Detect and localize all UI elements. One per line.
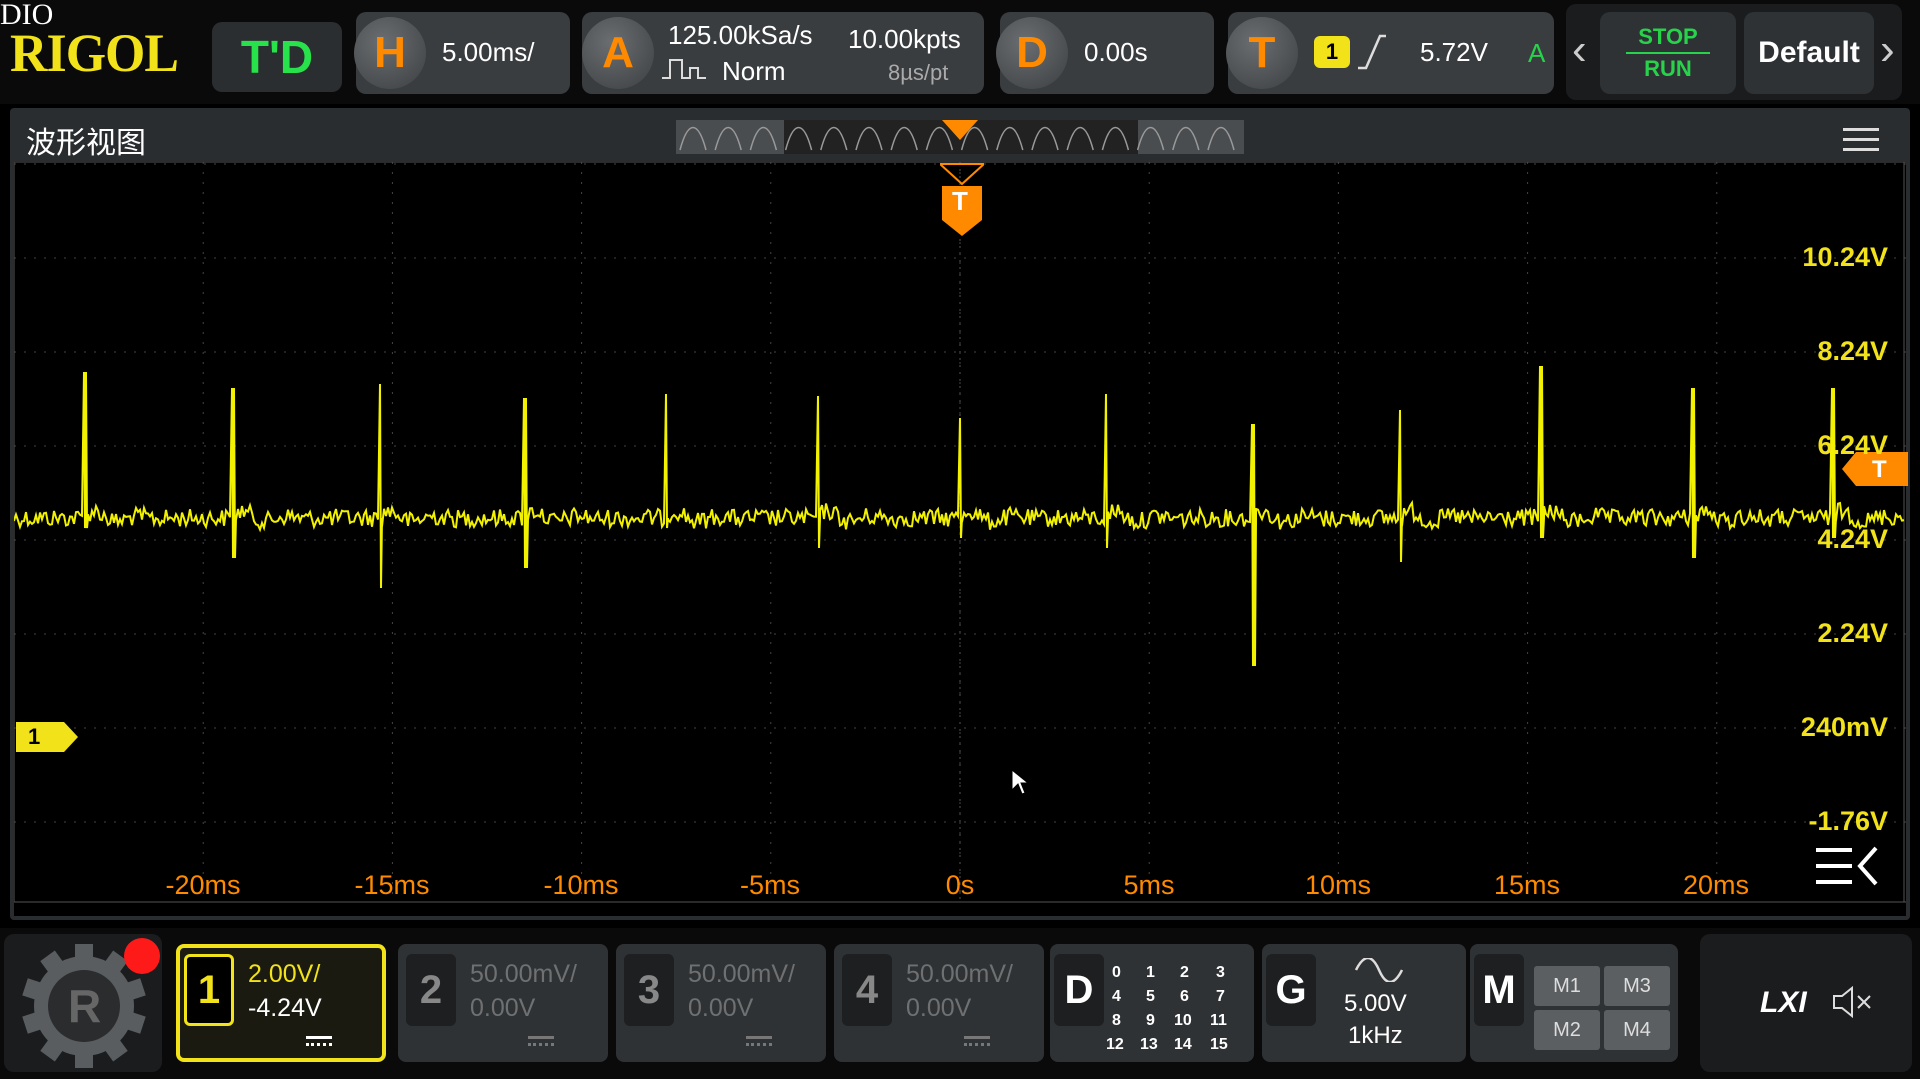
memory-depth: 10.00kpts — [848, 24, 961, 54]
math-label: M — [1474, 954, 1524, 1026]
x-axis-label: -5ms — [740, 870, 800, 900]
y-axis-label: 8.24V — [1817, 336, 1888, 366]
speaker-muted-icon[interactable] — [1830, 984, 1874, 1020]
channel-offset: 0.00V — [688, 994, 754, 1022]
digital-bit: 6 — [1180, 988, 1189, 1005]
rising-edge-icon — [1358, 34, 1386, 70]
time-resolution: 8µs/pt — [888, 60, 949, 85]
y-axis-label: 2.24V — [1817, 618, 1888, 648]
digital-bit: 5 — [1146, 988, 1155, 1005]
digital-bit: 15 — [1210, 1036, 1228, 1053]
x-axis-label: 0s — [945, 870, 975, 900]
digital-bit: 4 — [1112, 988, 1121, 1005]
chevron-right-icon[interactable]: › — [1880, 28, 1895, 72]
y-axis-label: 4.24V — [1817, 524, 1888, 554]
acquire-icon[interactable]: A — [582, 17, 654, 89]
mouse-cursor-icon — [1011, 768, 1030, 795]
x-axis-label: -20ms — [165, 870, 241, 900]
channel-offset: 0.00V — [470, 994, 536, 1022]
digital-bit: 9 — [1146, 1012, 1155, 1029]
trigger-source-badge: 1 — [1314, 36, 1350, 68]
trigger-position-marker[interactable] — [942, 120, 978, 142]
channel-number: 2 — [406, 954, 456, 1026]
trigger-icon[interactable]: T — [1226, 17, 1298, 89]
mode-button[interactable]: T'D — [212, 22, 342, 92]
math-m3-button[interactable]: M3 — [1604, 966, 1670, 1006]
channel-scale: 50.00mV/ — [688, 960, 796, 988]
chevron-left-icon[interactable]: ‹ — [1572, 28, 1587, 72]
digital-bit: 8 — [1112, 1012, 1121, 1029]
x-axis-label: -10ms — [543, 870, 619, 900]
channel-offset: 0.00V — [906, 994, 972, 1022]
svg-text:R: R — [68, 980, 101, 1032]
channel-number: 3 — [624, 954, 674, 1026]
delay-value: 0.00s — [1084, 37, 1148, 67]
digital-bit: 0 — [1112, 964, 1121, 981]
window-title: 波形视图 — [26, 127, 146, 160]
x-axis-label: 15ms — [1493, 870, 1561, 900]
delay-icon[interactable]: D — [996, 17, 1068, 89]
y-axis-label: 6.24V — [1817, 430, 1888, 460]
x-axis-label: 5ms — [1123, 870, 1175, 900]
dc-coupling-icon — [528, 1036, 554, 1046]
math-m2-button[interactable]: M2 — [1534, 1010, 1600, 1050]
y-axis-label: -1.76V — [1808, 806, 1888, 836]
digital-bit: 10 — [1174, 1012, 1192, 1029]
math-m4-button[interactable]: M4 — [1604, 1010, 1670, 1050]
default-button[interactable]: Default — [1744, 12, 1874, 94]
lxi-logo: LXI — [1760, 986, 1807, 1019]
x-axis-label: 20ms — [1682, 870, 1750, 900]
digital-bit: 2 — [1180, 964, 1189, 981]
sine-wave-icon — [1354, 958, 1404, 982]
rigol-logo: RIGOL — [10, 23, 179, 83]
trigger-time-marker-label: T — [952, 186, 968, 216]
channel-number: 1 — [184, 954, 234, 1026]
channel-scale: 50.00mV/ — [906, 960, 1014, 988]
digital-bit: 11 — [1210, 1012, 1227, 1029]
x-axis-label: -15ms — [354, 870, 430, 900]
stop-label: STOP — [1638, 24, 1698, 49]
run-label: RUN — [1644, 56, 1692, 81]
horizontal-scale: 5.00ms/ — [442, 37, 535, 67]
generator-label: G — [1266, 954, 1316, 1026]
stop-run-button[interactable]: STOP RUN — [1600, 12, 1736, 94]
math-m1-button[interactable]: M1 — [1534, 966, 1600, 1006]
horizontal-icon[interactable]: H — [354, 17, 426, 89]
x-axis-label: 10ms — [1304, 870, 1372, 900]
dc-coupling-icon — [964, 1036, 990, 1046]
menu-icon[interactable] — [1843, 128, 1879, 152]
home-button[interactable]: R — [4, 934, 162, 1072]
channel1-offset-marker-label: 1 — [28, 724, 41, 749]
y-axis-label: 10.24V — [1802, 242, 1888, 272]
generator-frequency: 1kHz — [1348, 1022, 1403, 1049]
dc-coupling-icon — [306, 1036, 332, 1046]
trigger-level: 5.72V — [1420, 37, 1488, 67]
digital-bit: 14 — [1174, 1036, 1192, 1053]
digital-label: D — [1054, 954, 1104, 1026]
channel-number: 4 — [842, 954, 892, 1026]
channel-scale: 50.00mV/ — [470, 960, 578, 988]
digital-bit: 1 — [1146, 964, 1155, 981]
digital-bit: 12 — [1106, 1036, 1124, 1053]
trigger-mode: A — [1528, 38, 1546, 68]
pulse-icon — [662, 59, 706, 79]
dc-coupling-icon — [746, 1036, 772, 1046]
digital-bit: 7 — [1216, 988, 1225, 1005]
collapse-menu-icon[interactable] — [1812, 842, 1882, 892]
sample-rate: 125.00kSa/s — [668, 20, 813, 50]
gear-icon: R — [22, 938, 160, 1068]
y-axis-label: 240mV — [1800, 712, 1888, 742]
waveform-graticule — [14, 162, 1906, 903]
scope-display[interactable] — [14, 162, 1906, 916]
channel-scale: 2.00V/ — [248, 960, 321, 988]
digital-bit: 3 — [1216, 964, 1225, 981]
acquire-mode: Norm — [722, 56, 786, 86]
digital-bit: 13 — [1140, 1036, 1158, 1053]
generator-amplitude: 5.00V — [1344, 990, 1407, 1017]
channel1-offset-marker[interactable] — [16, 722, 78, 752]
channel-offset: -4.24V — [248, 994, 322, 1022]
channel1-trace — [14, 365, 1905, 667]
